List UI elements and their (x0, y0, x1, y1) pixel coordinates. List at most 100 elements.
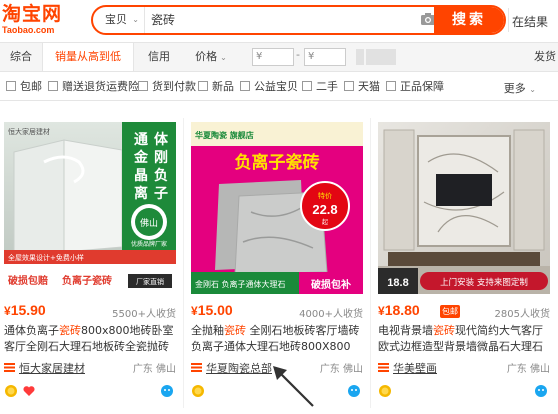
filter-return-insurance[interactable]: 赠送退货运费险 (48, 80, 139, 94)
chevron-down-icon: ⌄ (529, 85, 536, 94)
svg-text:晶: 晶 (134, 168, 148, 184)
search-button[interactable]: 搜索 (434, 7, 504, 33)
shop-name-link[interactable]: 华夏陶瓷总部 (206, 360, 272, 376)
filter-charity[interactable]: 公益宝贝 (240, 80, 298, 94)
yen-symbol: ¥ (191, 304, 198, 318)
filter-new[interactable]: 新品 (198, 80, 234, 94)
brand-text: 华夏陶瓷 旗舰店 (195, 130, 254, 140)
checkbox[interactable] (198, 81, 208, 91)
banner-guarantee: 破损包补 (311, 278, 351, 291)
shop-row: 恒大家居建材 广东 佛山 (4, 360, 176, 376)
product-image[interactable]: 恒大家居建材 通体 金刚 晶 负离子 佛山 优质品牌厂家 全屋效果设计+免费小样… (4, 122, 176, 294)
product-card[interactable]: 恒大家居建材 通体 金刚 晶 负离子 佛山 优质品牌厂家 全屋效果设计+免费小样… (0, 118, 180, 408)
product-title[interactable]: 全抛釉瓷砖 全刚石地板砖客厅墙砖 负离子通体大理石地砖800X800 (191, 323, 363, 355)
aliwangwang-icon[interactable] (534, 384, 548, 398)
heart-rating-icon[interactable] (22, 384, 36, 398)
banner-material: 金刚石 负离子通体大理石 (195, 279, 286, 289)
shop-icon (378, 363, 389, 372)
checkbox[interactable] (344, 81, 354, 91)
filter-free-shipping[interactable]: 包邮 (6, 80, 42, 94)
filter-second-hand[interactable]: 二手 (302, 80, 338, 94)
price-value: 18.80 (384, 302, 420, 318)
sold-count: 4000+人收货 (299, 309, 363, 320)
search-scope-select[interactable]: 宝贝 ⌄ (93, 7, 145, 33)
gold-medal-icon[interactable] (191, 384, 205, 398)
filter-label: 正品保障 (400, 80, 444, 93)
svg-text:负: 负 (154, 167, 168, 184)
logo-subtext: Taobao.com (2, 25, 55, 35)
price-value: 15.00 (197, 302, 233, 318)
product-title[interactable]: 电视背景墙瓷砖现代简约大气客厅欧式边框造型背景墙微晶石大理石 (378, 323, 550, 355)
filter-tmall[interactable]: 天猫 (344, 80, 380, 94)
image-headline: 负离子瓷砖 (235, 152, 320, 173)
checkbox[interactable] (138, 81, 148, 91)
price-row: ¥18.80 包邮 2805人收货 (378, 302, 550, 320)
filter-genuine[interactable]: 正品保障 (386, 80, 444, 94)
title-keyword: 瓷砖 (433, 324, 455, 337)
badge-sub: 优质品牌厂家 (131, 240, 167, 248)
product-image[interactable]: 华夏陶瓷 旗舰店 负离子瓷砖 特价 22.8 起 金刚石 负离子通体大理石 破损… (191, 122, 363, 294)
banner-guarantee: 破损包赔 (8, 274, 48, 287)
ship-from-filter[interactable]: 发货 (534, 43, 556, 71)
svg-text:体: 体 (154, 131, 169, 148)
banner-design: 全屋效果设计+免费小样 (8, 253, 84, 262)
price-row: ¥15.90 5500+人收货 (4, 302, 176, 320)
shop-location: 广东 佛山 (132, 364, 176, 375)
sort-price-label: 价格 (195, 50, 218, 63)
card-separator (183, 118, 184, 408)
sort-sales-desc[interactable]: 销量从高到低 (42, 43, 134, 71)
banner-product: 负离子瓷砖 (62, 274, 112, 287)
view-toggle-icon[interactable] (356, 49, 364, 65)
shop-name-link[interactable]: 恒大家居建材 (19, 360, 85, 376)
filter-label: 二手 (316, 80, 338, 93)
checkbox[interactable] (302, 81, 312, 91)
brand-text: 恒大家居建材 (8, 127, 50, 136)
filter-row: 包邮 赠送退货运费险 货到付款 新品 公益宝贝 二手 天猫 正品保障 更多 ⌄ (0, 73, 558, 101)
badge-city: 佛山 (140, 217, 158, 229)
yen-symbol: ¥ (378, 304, 385, 318)
product-card[interactable]: 18.8 上门安装 支持来图定制 ¥18.80 包邮 2805人收货 电视背景墙… (374, 118, 554, 408)
checkbox[interactable] (386, 81, 396, 91)
gold-medal-icon[interactable] (378, 384, 392, 398)
filter-label: 包邮 (20, 80, 42, 93)
checkbox[interactable] (6, 81, 16, 91)
price-value: 15.90 (10, 302, 46, 318)
checkbox[interactable] (240, 81, 250, 91)
sort-credit[interactable]: 信用 (134, 43, 184, 71)
shop-location: 广东 佛山 (506, 364, 550, 375)
aliwangwang-icon[interactable] (160, 384, 174, 398)
chevron-down-icon: ⌄ (132, 15, 139, 24)
filter-label: 天猫 (358, 80, 380, 93)
product-image[interactable]: 18.8 上门安装 支持来图定制 (378, 122, 550, 294)
svg-text:金: 金 (133, 149, 149, 166)
more-label: 更多 (503, 82, 526, 95)
annotation-arrow-icon (273, 366, 314, 407)
price-min-input[interactable]: ¥ (252, 48, 294, 66)
product-title[interactable]: 通体负离子瓷砖800x800地砖卧室客厅全刚石大理石地板砖全瓷抛砖 (4, 323, 176, 355)
search-input[interactable]: 瓷砖 (151, 7, 411, 33)
taobao-logo[interactable]: 淘宝网 Taobao.com (2, 4, 80, 36)
checkbox[interactable] (48, 81, 58, 91)
title-keyword: 瓷砖 (59, 324, 81, 337)
filter-label: 新品 (212, 80, 234, 93)
product-card[interactable]: 华夏陶瓷 旗舰店 负离子瓷砖 特价 22.8 起 金刚石 负离子通体大理石 破损… (187, 118, 367, 408)
circle-label: 特价 (318, 191, 332, 200)
sort-bar: 综合 销量从高到低 信用 价格 ⌄ ¥ - ¥ 发货 (0, 42, 558, 72)
price-max-input[interactable]: ¥ (304, 48, 346, 66)
aliwangwang-icon[interactable] (347, 384, 361, 398)
sort-comprehensive[interactable]: 综合 (0, 43, 42, 71)
view-toggle-block[interactable] (366, 49, 396, 65)
yen-symbol: ¥ (4, 304, 11, 318)
product-image-graphic: 恒大家居建材 通体 金刚 晶 负离子 佛山 优质品牌厂家 全屋效果设计+免费小样… (4, 122, 176, 294)
shop-location: 广东 佛山 (319, 364, 363, 375)
price-range-dash: - (296, 48, 300, 61)
filter-label: 公益宝贝 (254, 80, 298, 93)
shop-row: 华美壁画 广东 佛山 (378, 360, 550, 376)
gold-medal-icon[interactable] (4, 384, 18, 398)
more-filters-button[interactable]: 更多 ⌄ (504, 80, 536, 96)
sort-price[interactable]: 价格 ⌄ (186, 43, 236, 71)
filter-cash-on-delivery[interactable]: 货到付款 (138, 80, 196, 94)
shop-name-link[interactable]: 华美壁画 (393, 360, 437, 376)
search-scope-label: 宝贝 (105, 13, 127, 26)
search-in-results-button[interactable]: 在结果 (512, 13, 548, 30)
